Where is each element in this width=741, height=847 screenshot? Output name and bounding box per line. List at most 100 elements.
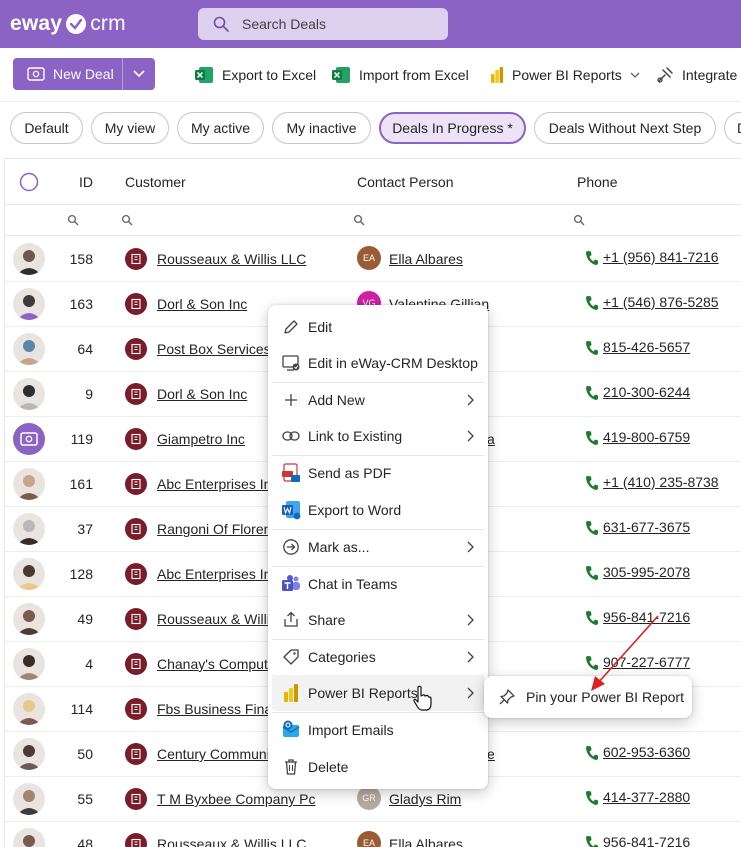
toolbar: New Deal Export to Excel Import from Exc… <box>0 48 741 102</box>
chip-more[interactable]: D <box>724 112 741 144</box>
plus-icon <box>280 389 302 411</box>
menu-item-edit-desktop[interactable]: Edit in eWay-CRM Desktop <box>272 345 484 381</box>
company-icon <box>125 293 147 315</box>
phone-link[interactable]: 419-800-6759 <box>603 429 690 445</box>
pin-icon <box>499 689 515 705</box>
contact-link[interactable]: Ella Albares <box>389 251 463 267</box>
deal-id: 37 <box>77 521 93 537</box>
avatar <box>13 513 45 545</box>
phone-link[interactable]: 602-953-6360 <box>603 744 690 760</box>
deal-id: 50 <box>77 746 93 762</box>
avatar <box>13 423 45 455</box>
menu-item-categories[interactable]: Categories <box>272 639 484 675</box>
phone-link[interactable]: 414-377-2880 <box>603 789 690 805</box>
avatar <box>13 558 45 590</box>
customer-link[interactable]: Chanay's Computer <box>157 656 280 672</box>
menu-item-label: Power BI Reports <box>308 685 418 701</box>
contact-link[interactable]: Gladys Rim <box>389 791 461 807</box>
table-row[interactable]: 158 Rousseaux & Willis LLC EA Ella Albares +… <box>5 237 741 282</box>
col-header-customer[interactable]: Customer <box>125 174 186 190</box>
customer-link[interactable]: Abc Enterprises Inc <box>157 566 278 582</box>
power-bi-reports-button[interactable]: Power BI Reports <box>490 64 640 86</box>
filter-search-icon[interactable] <box>121 214 133 226</box>
menu-item-share[interactable]: Share <box>272 602 484 638</box>
phone-link[interactable]: +1 (546) 876-5285 <box>603 294 719 310</box>
table-row[interactable]: 48 Rousseaux & Willis LLC EA Ella Albares 95… <box>5 822 741 847</box>
customer-link[interactable]: T M Byxbee Company Pc <box>157 791 315 807</box>
deal-id: 64 <box>77 341 93 357</box>
export-to-excel-button[interactable]: Export to Excel <box>194 64 316 86</box>
chip-my-active[interactable]: My active <box>177 112 264 144</box>
menu-item-power-bi-reports[interactable]: Power BI Reports <box>272 675 484 711</box>
search-box[interactable]: Search Deals <box>198 8 448 40</box>
phone-link[interactable]: 956-841-7216 <box>603 834 690 847</box>
col-header-id[interactable]: ID <box>79 174 93 190</box>
deal-id: 158 <box>69 251 93 267</box>
col-header-contact[interactable]: Contact Person <box>357 174 454 190</box>
chip-my-inactive[interactable]: My inactive <box>272 112 371 144</box>
menu-item-add-new[interactable]: Add New <box>272 382 484 418</box>
menu-item-import-emails[interactable]: Import Emails <box>272 712 484 748</box>
logo-text-left: eway <box>10 12 63 35</box>
search-placeholder: Search Deals <box>242 16 327 32</box>
contact-link[interactable]: e <box>487 746 495 762</box>
power-bi-reports-label: Power BI Reports <box>512 67 622 83</box>
phone-link[interactable]: 815-426-5657 <box>603 339 690 355</box>
phone-link[interactable]: 210-300-6244 <box>603 384 690 400</box>
customer-link[interactable]: Dorl & Son Inc <box>157 296 247 312</box>
new-deal-dropdown[interactable] <box>123 58 155 90</box>
menu-item-chat-teams[interactable]: Chat in Teams <box>272 566 484 602</box>
phone-link[interactable]: 305-995-2078 <box>603 564 690 580</box>
menu-item-link-existing[interactable]: Link to Existing <box>272 418 484 454</box>
deal-id: 128 <box>69 566 93 582</box>
new-deal-button[interactable]: New Deal <box>13 58 123 90</box>
chip-deals-in-progress[interactable]: Deals In Progress * <box>379 112 526 144</box>
phone-icon <box>586 791 598 805</box>
select-all-checkbox[interactable] <box>19 172 39 192</box>
filter-search-icon[interactable] <box>573 214 585 226</box>
chip-deals-without-next-step[interactable]: Deals Without Next Step <box>534 112 716 144</box>
import-from-excel-button[interactable]: Import from Excel <box>331 64 469 86</box>
company-icon <box>125 563 147 585</box>
deal-id: 9 <box>85 386 93 402</box>
phone-icon <box>586 431 598 445</box>
customer-link[interactable]: Rousseaux & Willis LLC <box>157 836 306 847</box>
menu-item-mark-as[interactable]: Mark as... <box>272 529 484 565</box>
phone-link[interactable]: 631-677-3675 <box>603 519 690 535</box>
integrate-button[interactable]: Integrate <box>656 64 737 86</box>
deal-id: 49 <box>77 611 93 627</box>
company-icon <box>125 653 147 675</box>
pdf-icon <box>280 462 302 484</box>
menu-item-delete[interactable]: Delete <box>272 749 484 785</box>
contact-link[interactable]: a <box>487 431 495 447</box>
col-header-phone[interactable]: Phone <box>577 174 617 190</box>
chevron-right-icon <box>467 614 474 626</box>
customer-link[interactable]: Giampetro Inc <box>157 431 245 447</box>
chip-my-view[interactable]: My view <box>91 112 169 144</box>
context-menu: Edit Edit in eWay-CRM Desktop Add New Li… <box>268 305 488 789</box>
chevron-right-icon <box>467 687 474 699</box>
menu-item-send-pdf[interactable]: Send as PDF <box>272 455 484 491</box>
link-icon <box>280 425 302 447</box>
filter-search-icon[interactable] <box>353 214 365 226</box>
integrate-label: Integrate <box>682 67 738 83</box>
filter-search-icon[interactable] <box>67 214 79 226</box>
app-logo[interactable]: eway crm <box>10 11 126 37</box>
customer-link[interactable]: Abc Enterprises Inc <box>157 476 278 492</box>
powerbi-icon <box>280 682 302 704</box>
chip-default[interactable]: Default <box>10 112 83 144</box>
customer-link[interactable]: Dorl & Son Inc <box>157 386 247 402</box>
customer-link[interactable]: Rousseaux & Willis LLC <box>157 251 306 267</box>
menu-item-export-word[interactable]: Export to Word <box>272 492 484 528</box>
contact-link[interactable]: Ella Albares <box>389 836 463 847</box>
phone-link[interactable]: +1 (410) 235-8738 <box>603 474 719 490</box>
menu-item-edit[interactable]: Edit <box>272 309 484 345</box>
customer-link[interactable]: Rangoni Of Florence <box>157 521 286 537</box>
phone-icon <box>586 251 598 265</box>
contact-initials: EA <box>362 838 375 847</box>
phone-icon <box>586 386 598 400</box>
phone-icon <box>586 296 598 310</box>
new-deal-split-button: New Deal <box>13 58 155 90</box>
phone-link[interactable]: +1 (956) 841-7216 <box>603 249 719 265</box>
customer-link[interactable]: Post Box Services <box>157 341 271 357</box>
